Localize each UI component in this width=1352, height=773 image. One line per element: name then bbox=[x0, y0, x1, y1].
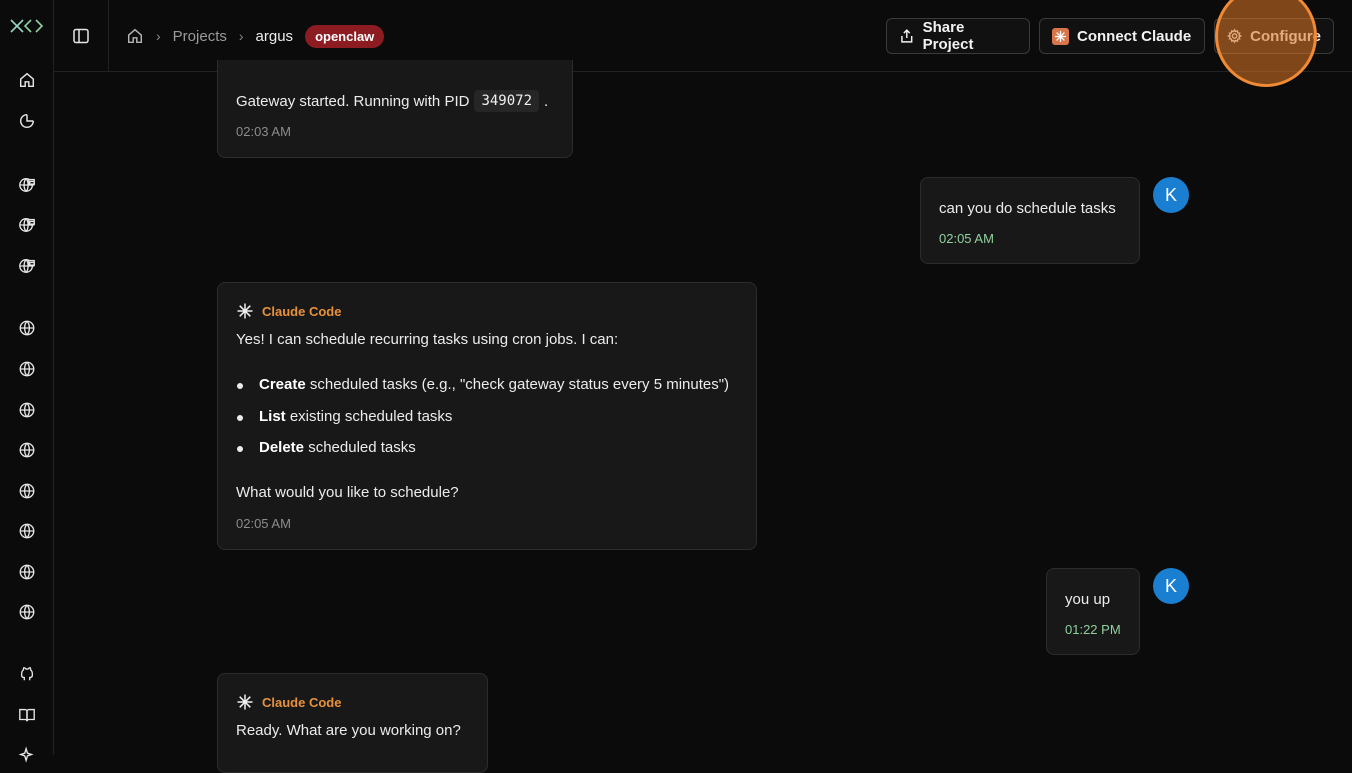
agent-message: Claude Code Yes! I can schedule recurrin… bbox=[217, 282, 757, 550]
message-author: Claude Code bbox=[236, 693, 341, 711]
globe-lock-icon[interactable] bbox=[17, 256, 37, 276]
breadcrumb-projects[interactable]: Projects bbox=[173, 28, 227, 45]
globe-icon[interactable] bbox=[17, 440, 37, 460]
user-avatar: K bbox=[1153, 568, 1189, 604]
claude-sparkle-icon bbox=[237, 694, 253, 710]
agent-message: Claude Code Ready. What are you working … bbox=[217, 673, 488, 773]
book-icon[interactable] bbox=[17, 705, 37, 725]
message-timestamp: 02:03 AM bbox=[236, 124, 291, 139]
configure-button[interactable]: Configure bbox=[1214, 18, 1334, 54]
message-intro: Yes! I can schedule recurring tasks usin… bbox=[236, 331, 619, 348]
sparkle-icon[interactable] bbox=[17, 745, 37, 765]
chevron-right-icon: › bbox=[238, 28, 244, 44]
capability-list: Create scheduled tasks (e.g., "check gat… bbox=[236, 374, 746, 469]
globe-icon[interactable] bbox=[17, 400, 37, 420]
sidebar-panel-icon bbox=[73, 28, 89, 43]
connect-claude-label: Connect Claude bbox=[1077, 27, 1192, 45]
user-avatar: K bbox=[1153, 177, 1189, 213]
breadcrumb: › Projects › argus openclaw bbox=[126, 24, 385, 48]
app-logo-icon[interactable] bbox=[9, 15, 45, 37]
message-text-before: Gateway started. Running with PID bbox=[236, 92, 470, 110]
claude-logo-icon bbox=[1052, 27, 1069, 45]
list-item-text: existing scheduled tasks bbox=[289, 407, 453, 425]
pid-code: 349072 bbox=[474, 90, 540, 112]
breadcrumb-project[interactable]: argus bbox=[256, 28, 294, 45]
user-message: can you do schedule tasks 02:05 AM bbox=[920, 177, 1140, 264]
list-item-keyword: Delete bbox=[259, 439, 305, 456]
sidebar-toggle-button[interactable] bbox=[54, 0, 109, 71]
globe-lock-icon[interactable] bbox=[17, 175, 37, 195]
gear-icon bbox=[1227, 28, 1243, 44]
globe-icon[interactable] bbox=[17, 521, 37, 541]
list-item-text: scheduled tasks bbox=[308, 439, 416, 456]
message-timestamp: 01:22 PM bbox=[1065, 622, 1121, 637]
globe-icon[interactable] bbox=[17, 602, 37, 622]
claude-sparkle-icon bbox=[237, 303, 253, 319]
message-text: Ready. What are you working on? bbox=[236, 722, 461, 739]
message-timestamp: 02:05 AM bbox=[939, 231, 994, 246]
message-author: Claude Code bbox=[236, 302, 341, 320]
list-item: List existing scheduled tasks bbox=[236, 406, 746, 438]
globe-lock-icon[interactable] bbox=[17, 215, 37, 235]
chevron-right-icon: › bbox=[156, 28, 161, 44]
agent-message: Gateway started. Running with PID 349072… bbox=[217, 60, 573, 158]
message-text: Gateway started. Running with PID 349072… bbox=[236, 90, 548, 112]
share-project-label: Share Project bbox=[922, 19, 974, 53]
message-text-after: . bbox=[544, 92, 549, 110]
message-outro: What would you like to schedule? bbox=[236, 484, 459, 501]
home-icon[interactable] bbox=[126, 27, 144, 45]
message-timestamp: 02:05 AM bbox=[236, 516, 291, 531]
globe-icon[interactable] bbox=[17, 318, 37, 338]
github-icon[interactable] bbox=[17, 664, 37, 684]
list-item: Create scheduled tasks (e.g., "check gat… bbox=[236, 374, 746, 406]
list-item: Delete scheduled tasks bbox=[236, 437, 746, 469]
home-icon[interactable] bbox=[17, 70, 37, 90]
message-text: can you do schedule tasks bbox=[939, 200, 1116, 217]
share-icon bbox=[901, 29, 913, 43]
author-name: Claude Code bbox=[262, 694, 342, 710]
author-name: Claude Code bbox=[262, 303, 342, 319]
icon-rail bbox=[0, 0, 54, 763]
analytics-icon[interactable] bbox=[17, 111, 37, 131]
list-item-keyword: List bbox=[259, 407, 286, 425]
list-item-text: scheduled tasks (e.g., "check gateway st… bbox=[309, 376, 730, 393]
user-message: you up 01:22 PM bbox=[1046, 568, 1140, 655]
list-item-keyword: Create bbox=[259, 376, 306, 393]
globe-icon[interactable] bbox=[17, 359, 37, 379]
connect-claude-button[interactable]: Connect Claude bbox=[1039, 18, 1205, 54]
share-project-button[interactable]: Share Project bbox=[886, 18, 1030, 54]
project-tag-badge: openclaw bbox=[305, 24, 385, 48]
message-text: you up bbox=[1065, 591, 1111, 608]
globe-icon[interactable] bbox=[17, 481, 37, 501]
configure-label: Configure bbox=[1250, 27, 1321, 45]
globe-icon[interactable] bbox=[17, 562, 37, 582]
